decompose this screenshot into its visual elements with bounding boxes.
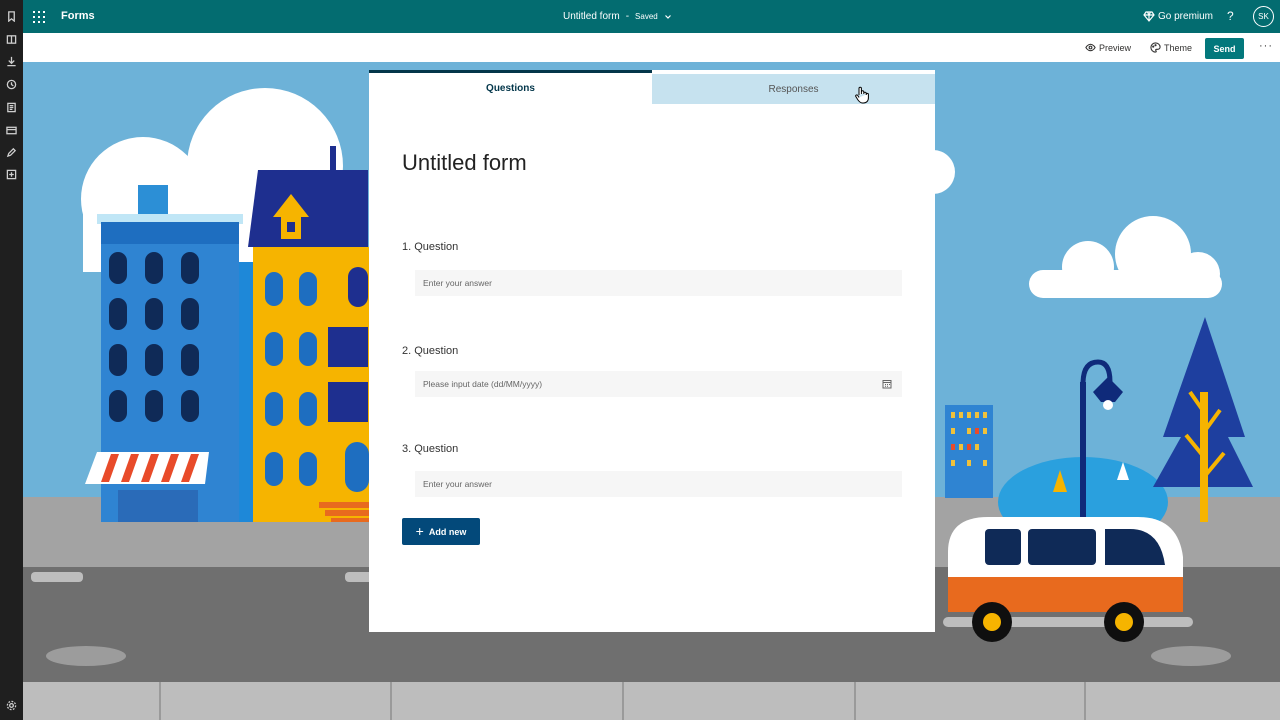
question-3-label[interactable]: 3. Question [402,443,458,455]
more-options-button[interactable]: ··· [1259,40,1273,52]
theme-button[interactable]: Theme [1150,42,1192,53]
question-2-label[interactable]: 2. Question [402,345,458,357]
avatar[interactable]: SK [1253,6,1274,27]
save-status: Saved [635,12,658,21]
app-header: Forms Untitled form - Saved Go premium ?… [23,0,1280,33]
send-button[interactable]: Send [1205,38,1244,59]
diamond-icon [1143,11,1155,22]
answer-placeholder: Enter your answer [423,479,492,489]
form-title[interactable]: Untitled form [402,150,527,176]
question-3-answer-field[interactable]: Enter your answer [415,471,902,497]
header-form-title: Untitled form [563,11,620,22]
question-1-label[interactable]: 1. Question [402,241,458,253]
form-title-header[interactable]: Untitled form - Saved [563,11,672,22]
card-icon[interactable] [4,123,19,138]
app-name[interactable]: Forms [61,10,95,22]
calendar-icon[interactable] [882,379,892,389]
question-1-answer-field[interactable]: Enter your answer [415,270,902,296]
app-launcher-icon[interactable] [33,11,45,23]
tab-responses[interactable]: Responses [652,74,935,104]
answer-placeholder: Enter your answer [423,278,492,288]
notes-icon[interactable] [4,100,19,115]
command-bar: Preview Theme Send ··· [23,33,1280,62]
plus-icon: + [415,522,424,539]
hand-cursor-icon [855,86,869,104]
tab-questions[interactable]: Questions [369,70,652,104]
add-box-icon[interactable] [4,167,19,182]
question-2-date-field[interactable]: Please input date (dd/MM/yyyy) [415,371,902,397]
palette-icon [1150,42,1161,53]
go-premium-button[interactable]: Go premium [1143,10,1213,22]
book-icon[interactable] [4,32,19,47]
add-new-button[interactable]: + Add new [402,518,480,545]
preview-button[interactable]: Preview [1085,42,1131,53]
chevron-down-icon[interactable] [664,13,672,21]
history-icon[interactable] [4,77,19,92]
eye-icon [1085,43,1096,52]
download-icon[interactable] [4,54,19,69]
date-placeholder: Please input date (dd/MM/yyyy) [423,379,543,389]
help-button[interactable]: ? [1227,9,1234,23]
go-premium-label: Go premium [1158,10,1214,22]
form-card: Questions Responses Untitled form 1. Que… [369,70,935,632]
bookmark-icon[interactable] [4,9,19,24]
settings-icon[interactable] [4,698,19,713]
edit-icon[interactable] [4,145,19,160]
left-rail [0,0,23,720]
